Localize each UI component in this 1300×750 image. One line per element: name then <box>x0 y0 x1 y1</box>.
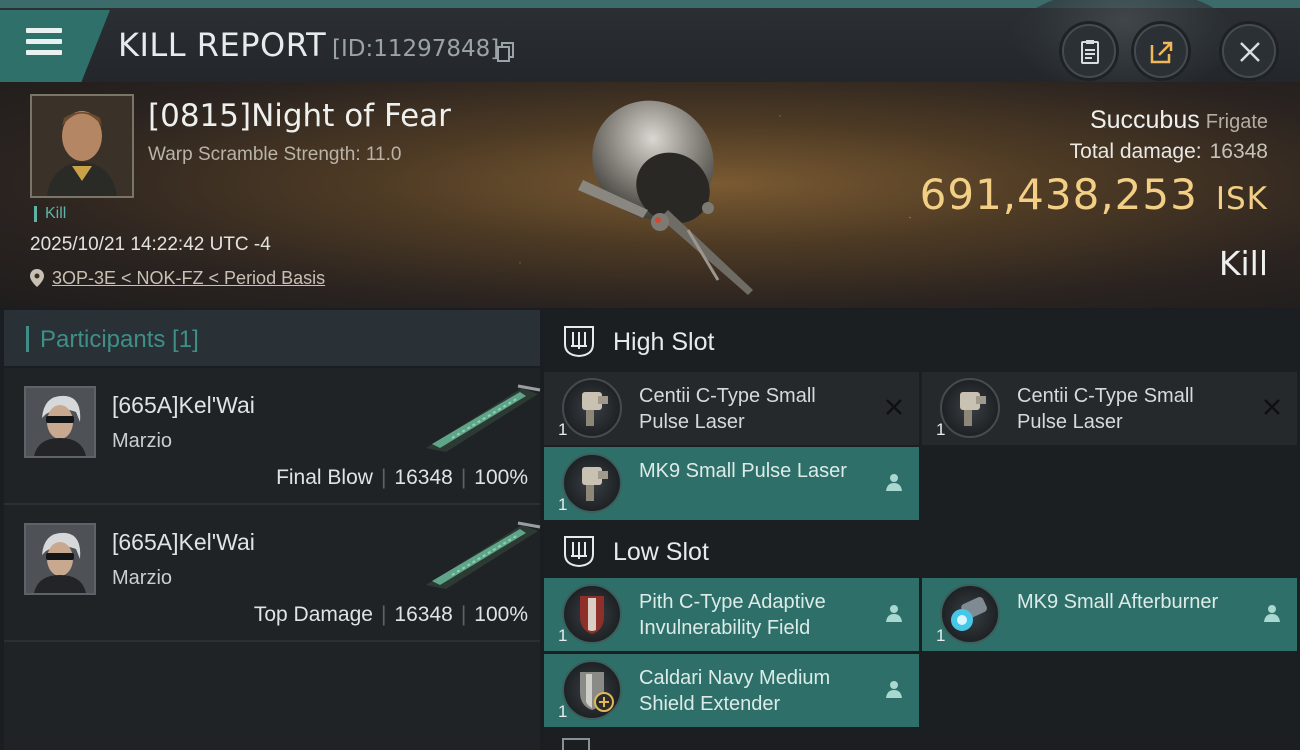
module-name: Caldari Navy Medium Shield Extender <box>639 667 831 715</box>
participant-damage: 16348 <box>394 603 453 626</box>
location-pin-icon <box>30 269 44 287</box>
module-quantity: 1 <box>558 495 568 514</box>
invulnerability-field-icon <box>562 584 622 644</box>
total-damage-label: Total damage: <box>1069 140 1202 163</box>
participants-title: Participants [1] <box>40 326 199 353</box>
pulse-laser-icon <box>562 378 622 438</box>
participant-name: [665A]Kel'Wai <box>112 529 255 555</box>
module-name: Centii C-Type Small Pulse Laser <box>639 385 816 433</box>
participant-row[interactable]: [665A]Kel'Wai Marzio Top Damage | 16348 | 10… <box>4 505 541 642</box>
share-icon <box>1150 41 1173 64</box>
clipboard-button[interactable] <box>1062 24 1116 78</box>
participants-header: Participants [1] <box>4 310 540 368</box>
victim-banner: [0815]Night of Fear Warp Scramble Streng… <box>0 82 1300 308</box>
participant-stats: Final Blow | 16348 | 100% <box>276 466 528 489</box>
module-quantity: 1 <box>558 626 568 645</box>
menu-button[interactable] <box>0 10 110 82</box>
module-item[interactable]: 1 Centii C-Type Small Pulse Laser <box>544 372 919 445</box>
low-slot-label: Low Slot <box>613 538 709 566</box>
isk-unit: ISK <box>1215 181 1268 217</box>
dropped-person-icon <box>1264 605 1280 622</box>
pulse-laser-icon <box>562 453 622 513</box>
participant-avatar <box>26 388 94 456</box>
participant-damage: 16348 <box>394 466 453 489</box>
victim-portrait[interactable] <box>30 94 134 198</box>
participants-panel: Participants [1] [665A]Kel'Wai Marzio Fi… <box>4 310 541 750</box>
total-damage-value: 16348 <box>1209 140 1268 163</box>
module-item[interactable]: 1 MK9 Small Afterburner <box>922 578 1297 651</box>
participant-ship-icon <box>426 384 541 452</box>
module-item[interactable]: 1 MK9 Small Pulse Laser <box>544 447 919 520</box>
warp-scramble-strength: Warp Scramble Strength: 11.0 <box>148 144 402 165</box>
participant-name: [665A]Kel'Wai <box>112 392 255 418</box>
clipboard-icon <box>1081 40 1099 64</box>
participant-percent: 100% <box>474 603 528 626</box>
module-item[interactable]: 1 Pith C-Type Adaptive Invulnerability F… <box>544 578 919 651</box>
participant-role: Top Damage <box>253 603 373 626</box>
afterburner-icon <box>940 584 1000 644</box>
module-item[interactable]: 1 Centii C-Type Small Pulse Laser <box>922 372 1297 445</box>
module-name: Pith C-Type Adaptive Invulnerability Fie… <box>639 591 826 639</box>
participant-corp: Marzio <box>112 430 173 452</box>
dropped-person-icon <box>886 474 902 491</box>
kill-tag: Kill <box>34 206 66 222</box>
module-item[interactable]: 1 Caldari Navy Medium Shield Extender <box>544 654 919 727</box>
participant-role: Final Blow <box>276 466 373 489</box>
module-name: MK9 Small Pulse Laser <box>639 460 847 482</box>
participant-ship-icon <box>426 521 541 589</box>
high-slot-header: High Slot <box>544 310 1300 372</box>
ship-type[interactable]: Succubus Frigate <box>1090 106 1268 135</box>
module-quantity: 1 <box>936 420 946 439</box>
low-slot-icon <box>564 536 594 568</box>
participant-avatar <box>26 525 94 593</box>
ship-class: Frigate <box>1205 111 1268 133</box>
kill-location[interactable]: 3OP-3E < NOK-FZ < Period Basis <box>30 268 325 289</box>
victim-ship-image <box>578 100 753 295</box>
kill-timestamp: 2025/10/21 14:22:42 UTC -4 <box>30 234 271 255</box>
close-button[interactable] <box>1222 24 1276 78</box>
ship-name: Succubus <box>1089 106 1200 134</box>
module-name: Centii C-Type Small Pulse Laser <box>1017 385 1194 433</box>
copy-icon[interactable] <box>497 42 515 62</box>
shield-extender-icon <box>562 660 622 720</box>
dropped-person-icon <box>886 681 902 698</box>
destroyed-icon <box>886 399 902 415</box>
participant-corp: Marzio <box>112 567 173 589</box>
module-name: MK9 Small Afterburner <box>1017 591 1219 613</box>
isk-value: 691,438,253 ISK <box>920 170 1268 219</box>
result-label: Kill <box>1218 244 1268 283</box>
close-icon <box>1240 42 1260 62</box>
pulse-laser-icon <box>940 378 1000 438</box>
module-quantity: 1 <box>936 626 946 645</box>
participant-row[interactable]: [665A]Kel'Wai Marzio Final Blow | 16348 | 10… <box>4 368 541 505</box>
victim-name[interactable]: [0815]Night of Fear <box>148 98 451 134</box>
destroyed-icon <box>1264 399 1280 415</box>
dropped-person-icon <box>886 605 902 622</box>
share-button[interactable] <box>1134 24 1188 78</box>
module-quantity: 1 <box>558 420 568 439</box>
low-slot-header: Low Slot <box>544 520 1300 582</box>
module-quantity: 1 <box>558 702 568 721</box>
top-bar: KILL REPORT [ID:11297848] <box>0 0 1300 98</box>
high-slot-icon <box>564 326 594 358</box>
participant-percent: 100% <box>474 466 528 489</box>
participant-portrait[interactable] <box>24 386 96 458</box>
total-damage: Total damage: 16348 <box>1070 140 1268 164</box>
page-title: KILL REPORT <box>118 26 327 64</box>
next-slot-icon <box>562 738 590 750</box>
victim-avatar <box>32 96 132 196</box>
location-link[interactable]: 3OP-3E < NOK-FZ < Period Basis <box>52 268 325 288</box>
isk-amount: 691,438,253 <box>919 170 1198 219</box>
report-id: [ID:11297848] <box>332 36 500 62</box>
fittings-panel: High Slot 1 Centii C-Type Small Pulse La… <box>544 310 1300 750</box>
header-accent-bar <box>26 326 29 352</box>
participant-stats: Top Damage | 16348 | 100% <box>253 603 528 626</box>
high-slot-label: High Slot <box>613 328 715 356</box>
menu-icon <box>26 28 62 58</box>
participant-portrait[interactable] <box>24 523 96 595</box>
